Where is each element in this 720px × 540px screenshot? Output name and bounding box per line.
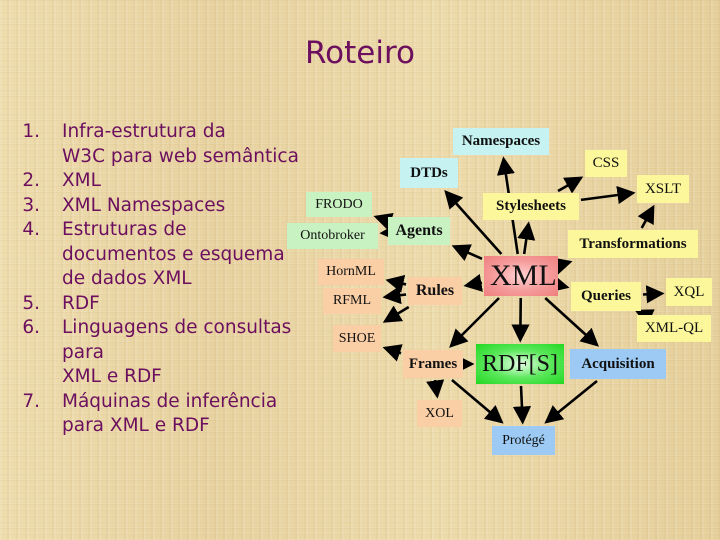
node-frodo: FRODO	[306, 192, 372, 217]
node-xql: XQL	[666, 278, 712, 306]
arrow-rules-to-shoe	[382, 305, 410, 323]
node-xslt: XSLT	[637, 175, 689, 203]
arrow-xml-to-transformations	[552, 257, 573, 276]
node-rdfs: RDF[S]	[476, 344, 564, 384]
node-agents: Agents	[388, 217, 450, 245]
arrow-xml-to-queries	[549, 274, 570, 293]
node-dtds: DTDs	[400, 158, 458, 188]
arrow-agents-to-frodo	[373, 213, 394, 231]
node-transformations: Transformations	[568, 230, 698, 258]
arrow-frames-to-xol	[426, 379, 445, 399]
arrow-stylesheets-to-css	[557, 176, 584, 194]
arrow-rdfs-to-protege	[512, 385, 532, 425]
node-css: CSS	[585, 150, 627, 177]
node-acquisition: Acquisition	[570, 349, 666, 379]
node-xml: XML	[484, 256, 558, 296]
arrow-xml-to-agents	[451, 244, 483, 262]
arrow-acquisition-to-protege	[544, 379, 598, 424]
arrow-xml-to-frames	[449, 297, 500, 348]
arrow-stylesheets-to-xslt	[580, 186, 636, 205]
arrow-queries-to-xmlql	[634, 309, 655, 326]
node-rules: Rules	[408, 277, 462, 305]
node-shoe: SHOE	[333, 325, 381, 352]
node-ontobroker: Ontobroker	[287, 223, 378, 249]
arrow-rules-to-hornml	[385, 274, 407, 293]
node-hornml: HornML	[318, 259, 384, 285]
arrow-rules-to-rfml	[382, 286, 407, 305]
arrow-frames-to-shoe	[382, 344, 403, 362]
node-namespaces: Namespaces	[453, 128, 549, 155]
arrow-xml-to-stylesheets	[517, 221, 536, 255]
node-queries: Queries	[571, 282, 641, 311]
arrow-transformations-to-xslt	[637, 204, 655, 229]
arrow-queries-to-xql	[642, 285, 665, 304]
arrow-xml-to-rules	[463, 273, 483, 292]
node-frames: Frames	[403, 350, 463, 378]
node-protege: Protégé	[492, 426, 555, 455]
node-stylesheets: Stylesheets	[483, 193, 579, 220]
node-xol: XOL	[417, 400, 462, 427]
node-rfml: RFML	[323, 288, 381, 314]
node-xmlql: XML-QL	[637, 315, 711, 342]
